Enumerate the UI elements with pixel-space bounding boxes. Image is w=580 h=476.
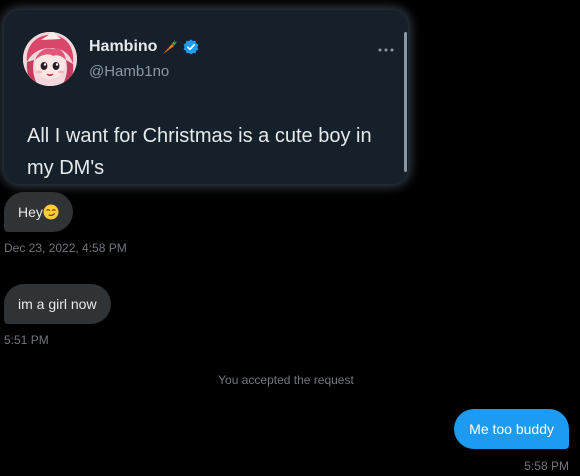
message-text: Me too buddy [469, 421, 554, 437]
scrollbar[interactable] [404, 32, 407, 172]
message-text: Hey [18, 204, 43, 220]
message-bubble-incoming[interactable]: im a girl now [4, 284, 111, 324]
carrot-icon [163, 39, 178, 54]
author-name[interactable]: Hambino [89, 38, 199, 56]
message-timestamp: Dec 23, 2022, 4:58 PM [4, 241, 127, 255]
author-avatar[interactable] [23, 32, 77, 86]
verified-icon [184, 39, 199, 55]
smirk-icon [43, 204, 59, 220]
message-bubble-outgoing[interactable]: Me too buddy [454, 409, 569, 449]
more-options-icon[interactable] [377, 48, 395, 52]
message-text: im a girl now [18, 296, 97, 312]
shared-tweet-card[interactable]: Hambino @Hamb1no All I want for Christma… [4, 10, 408, 184]
message-bubble-incoming[interactable]: Hey [4, 192, 73, 232]
request-accepted-notice: You accepted the request [218, 373, 354, 387]
author-name-text: Hambino [89, 38, 158, 55]
message-timestamp: 5:51 PM [4, 333, 49, 347]
tweet-text: All I want for Christmas is a cute boy i… [27, 125, 372, 179]
dm-conversation: Hambino @Hamb1no All I want for Christma… [0, 0, 580, 476]
message-timestamp: 5:58 PM [524, 459, 569, 473]
author-handle[interactable]: @Hamb1no [89, 63, 169, 80]
